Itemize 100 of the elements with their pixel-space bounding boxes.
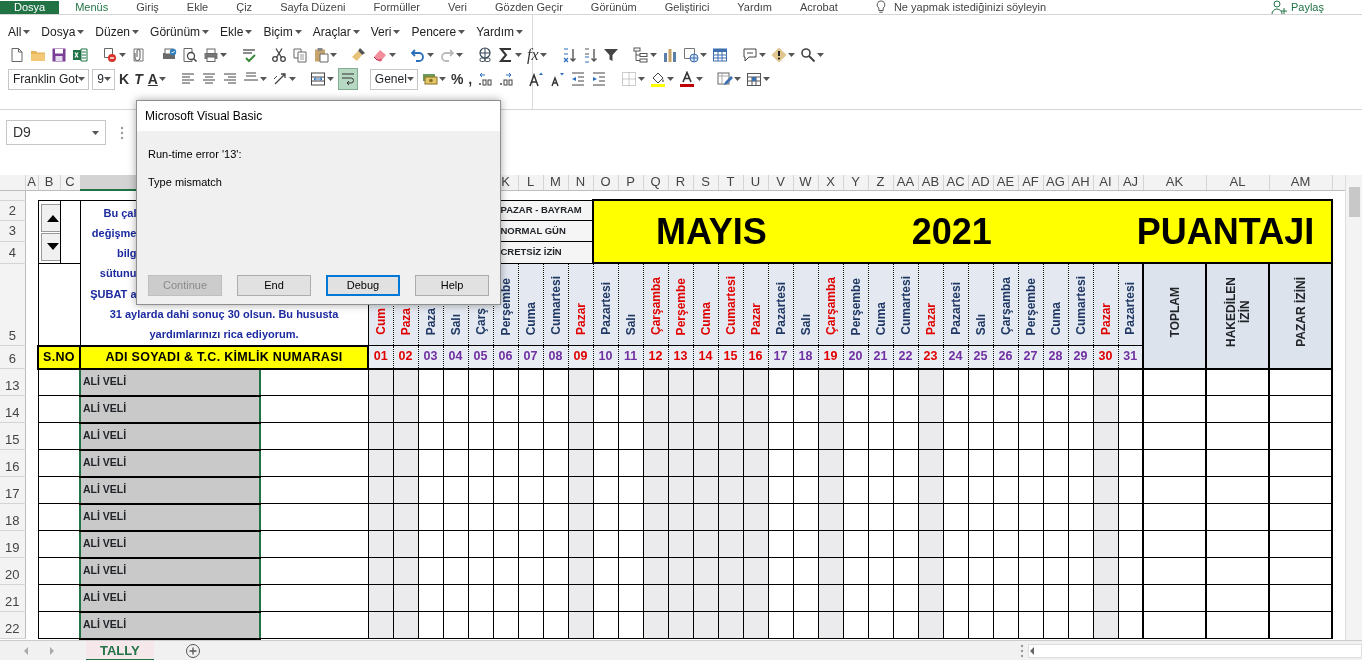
caret-icon (294, 30, 302, 34)
ribbon-tab[interactable]: Görünüm (578, 0, 649, 14)
caret-icon (539, 53, 547, 57)
italic-button[interactable]: T (133, 68, 144, 90)
day-number: 24 (943, 345, 968, 369)
ribbon-tab[interactable]: Giriş (124, 0, 171, 14)
caret-icon (104, 77, 112, 81)
menu-item[interactable]: Dosya (41, 23, 85, 41)
day-number: 19 (818, 345, 843, 369)
lightbulb-icon (873, 0, 888, 14)
menu-item[interactable]: Görünüm (150, 23, 210, 41)
horizontal-scrollbar[interactable] (1028, 643, 1362, 658)
font-color-icon (679, 71, 696, 87)
caret-icon (699, 53, 707, 57)
underline-button[interactable]: A (146, 68, 167, 90)
merge-cells-icon (309, 71, 326, 87)
speech-bubble-icon (741, 47, 758, 63)
day-number: 15 (718, 345, 743, 369)
table-cell: ALİ VELİ (80, 395, 260, 423)
font-shrink-icon (549, 71, 566, 87)
font-size-dropdown[interactable]: 9 (92, 68, 116, 90)
day-number: 07 (518, 345, 543, 369)
vertical-scrollbar[interactable] (1345, 175, 1362, 640)
day-name: Çarşamba (647, 277, 664, 338)
percent-button[interactable]: % (449, 68, 465, 90)
ribbon-tab[interactable]: Menüs (63, 0, 121, 14)
column-header: R (668, 175, 693, 190)
magnifier-document-icon (182, 47, 198, 63)
scroll-thumb[interactable] (1349, 187, 1360, 217)
caret-icon (406, 77, 414, 81)
border-grid-icon (621, 71, 638, 87)
name-box[interactable]: D9 (6, 120, 106, 145)
note-text: ŞUBAT a (89, 286, 137, 302)
menu-item[interactable]: Yardım (476, 23, 523, 41)
sheet-title: MAYIS (656, 209, 767, 254)
note-text: bilg (115, 246, 137, 262)
menu-item[interactable]: Pencere (411, 23, 466, 41)
ribbon-tab[interactable]: Veri (436, 0, 479, 14)
menu-item[interactable]: All (8, 23, 31, 41)
document-stop-icon (102, 47, 118, 63)
sigma-icon (498, 47, 514, 63)
caret-icon (389, 53, 396, 57)
paintbrush-icon (351, 47, 367, 63)
wrap-text-button[interactable] (337, 68, 358, 90)
column-header: O (593, 175, 618, 190)
menu-item[interactable]: Biçim (263, 23, 302, 41)
day-name: Paza (397, 307, 414, 338)
caret-icon (132, 30, 140, 34)
dialog-button[interactable]: Help (415, 275, 489, 296)
search-hint[interactable]: Ne yapmak istediğinizi söyleyin (893, 0, 1047, 14)
row-header: 6 (0, 345, 25, 369)
ribbon-tab[interactable]: Geliştirici (652, 0, 722, 14)
caret-icon (458, 30, 466, 34)
ribbon-tab[interactable]: Yardım (725, 0, 784, 14)
column-header: L (518, 175, 543, 190)
ribbon-tab[interactable]: Dosya (0, 0, 60, 14)
row-header: 15 (0, 422, 25, 450)
dialog-button[interactable]: Debug (326, 275, 400, 296)
caret-icon (158, 77, 166, 81)
dialog-button[interactable]: End (237, 275, 311, 296)
table-icon (711, 47, 728, 63)
menu-item[interactable]: Araçlar (312, 23, 360, 41)
caret-icon (758, 53, 766, 57)
table-cell: ALİ VELİ (80, 503, 260, 531)
spin-down-button[interactable] (40, 233, 59, 261)
column-header: AE (993, 175, 1018, 190)
column-header: X (818, 175, 843, 190)
sheet-tab[interactable]: TALLY (86, 640, 154, 660)
day-name: Salı (622, 313, 639, 338)
caret-icon (515, 30, 523, 34)
hierarchy-button[interactable] (631, 44, 658, 66)
ribbon-tab[interactable]: Formüller (361, 0, 432, 14)
caret-icon (202, 30, 210, 34)
comma-button[interactable]: , (467, 68, 474, 90)
day-name: Perşembe (672, 277, 689, 338)
ribbon-tab[interactable]: Gözden Geçir (483, 0, 575, 14)
function-button[interactable]: fx (526, 44, 548, 66)
caret-icon (77, 30, 85, 34)
spin-up-button[interactable] (40, 204, 59, 232)
caret-icon (119, 53, 126, 57)
ribbon-tab[interactable]: Acrobat (788, 0, 850, 14)
day-name: Perşembe (1022, 277, 1039, 338)
day-number: 29 (1068, 345, 1093, 369)
share-link[interactable]: Paylaş (1290, 0, 1324, 14)
ribbon-tab[interactable]: Ekle (174, 0, 221, 14)
row-header: 3 (0, 220, 25, 241)
menu-item[interactable]: Ekle (220, 23, 253, 41)
number-format-dropdown[interactable]: Genel (369, 68, 418, 90)
menu-item[interactable]: Düzen (95, 23, 140, 41)
font-dropdown[interactable]: Franklin Got (8, 68, 90, 90)
menu-item[interactable]: Veri (370, 23, 401, 41)
column-header: AH (1068, 175, 1093, 190)
table-cell: ALİ VELİ (80, 449, 260, 477)
bold-button[interactable]: K (118, 68, 131, 90)
copy-icon (292, 47, 308, 63)
ribbon-tab[interactable]: Çiz (224, 0, 265, 14)
day-name: Pazar (1097, 303, 1114, 338)
column-heading: ADI SOYADI & T.C. KİMLİK NUMARASI (80, 345, 368, 369)
ribbon-tab[interactable]: Sayfa Düzeni (268, 0, 358, 14)
indent-icon (591, 71, 608, 87)
